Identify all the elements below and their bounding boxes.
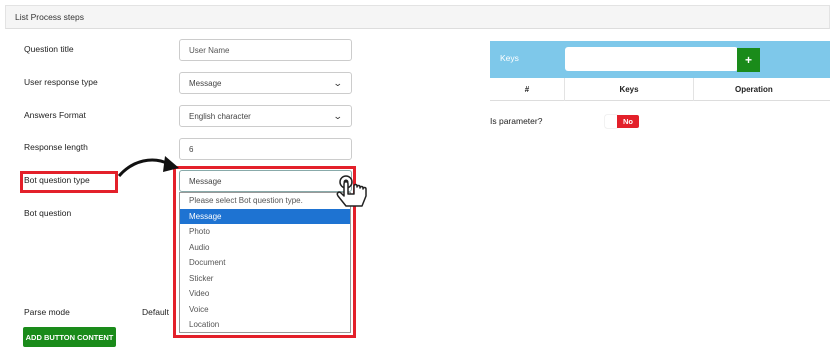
table-header-keys: Keys [619,85,639,94]
add-key-button[interactable]: + [737,48,760,72]
table-header-index: # [524,85,530,94]
annotation-box-label [20,171,118,193]
response-length-label: Response length [24,142,88,152]
answers-format-label: Answers Format [24,110,86,120]
annotation-box-dropdown [173,166,356,338]
panel-title: List Process steps [15,12,84,22]
add-button-content-button[interactable]: ADD BUTTON CONTENT [23,327,116,347]
parse-mode-default-value: Default [142,307,169,317]
response-length-value: 6 [189,144,194,154]
bot-question-label: Bot question [24,208,72,218]
question-title-placeholder: User Name [189,45,230,55]
chevron-down-icon: ⌄ [333,110,344,121]
user-response-type-select[interactable]: Message ⌄ [179,72,352,94]
response-length-input[interactable]: 6 [179,138,352,160]
table-header-operation: Operation [735,85,773,94]
hand-pointer-icon [336,175,367,207]
user-response-type-value: Message [189,78,222,88]
question-title-input[interactable]: User Name [179,39,352,61]
plus-icon: + [744,53,752,67]
keys-table-header: # Keys Operation [490,78,830,101]
question-title-label: Question title [24,44,74,54]
keys-bar: Keys + [490,41,830,78]
user-response-type-label: User response type [24,77,98,87]
keys-input[interactable] [565,47,738,71]
panel-header: List Process steps [5,5,830,29]
chevron-down-icon: ⌄ [333,77,344,88]
curved-arrow-icon [117,156,179,178]
toggle-state: No [617,115,639,128]
parse-mode-label: Parse mode [24,307,70,317]
is-parameter-label: Is parameter? [490,116,543,126]
answers-format-value: English character [189,111,251,121]
keys-label: Keys [500,53,519,63]
table-header-divider [693,78,694,101]
is-parameter-toggle[interactable]: No [605,115,639,128]
answers-format-select[interactable]: English character ⌄ [179,105,352,127]
